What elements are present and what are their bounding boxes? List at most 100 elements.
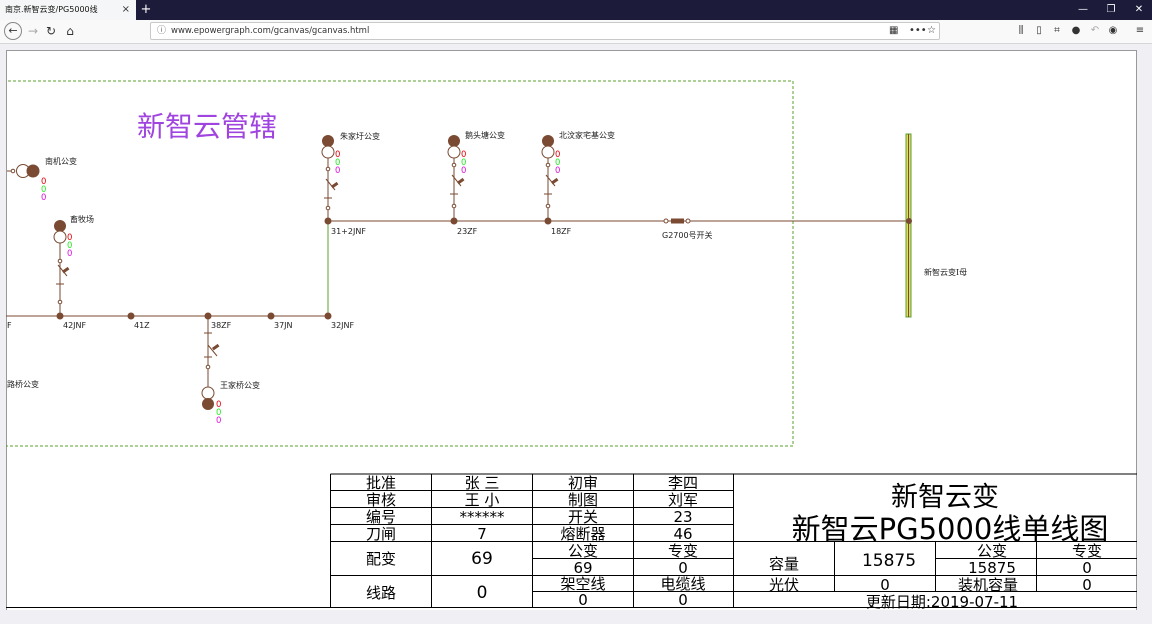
node-label: 42JNF (63, 321, 87, 330)
region-boundary (6, 80, 794, 447)
knife-label: 刀闸 (366, 525, 396, 543)
pv-value: 0 (880, 576, 890, 594)
transformer-load-icon (322, 135, 334, 147)
dist-label: 配变 (366, 550, 396, 568)
node-label: F (7, 321, 12, 330)
capacity-label: 容量 (769, 555, 799, 573)
reload-icon[interactable]: ↻ (42, 22, 60, 40)
page-actions-icon[interactable]: ••• (909, 23, 927, 39)
bookmark-star-icon[interactable]: ☆ (927, 23, 936, 39)
capacity-value: 15875 (862, 551, 916, 571)
menu-icon[interactable]: ≡ (1133, 23, 1147, 39)
chat-icon[interactable]: ● (1069, 23, 1083, 39)
transformer-etoutang[interactable]: 鹅头塘公变 0 0 0 (447, 130, 505, 221)
new-tab-button[interactable]: + (138, 0, 154, 20)
region-title: 新智云管辖 (137, 110, 277, 143)
url-text[interactable]: www.epowergraph.com/gcanvas/gcanvas.html (171, 23, 369, 39)
transformer-wangjiaqiao[interactable]: 王家桥公变 0 0 0 (201, 316, 260, 426)
private-label: 专变 (668, 542, 698, 560)
fuse-label: 熔断器 (560, 525, 605, 543)
first-review-label: 初审 (568, 474, 598, 492)
transformer-load-icon (542, 135, 554, 147)
installed-value: 0 (1082, 576, 1092, 594)
transformer-name: 南机公变 (45, 156, 77, 166)
knife-value: 7 (477, 525, 487, 543)
node-label: 23ZF (457, 227, 478, 236)
node-label: 38ZF (211, 321, 232, 330)
node-label: 37JN (274, 321, 293, 330)
transformer-load-icon (202, 398, 214, 410)
number-label: 编号 (366, 508, 396, 526)
back-arrow-icon[interactable]: ← (4, 22, 22, 40)
canvas-area: 新智云管辖 新智云变I母 F 42JNF 41Z 38ZF 37JN 32JNF… (6, 50, 1137, 610)
drawing-title: 新智云PG5000线单线图 (792, 512, 1109, 546)
transformer-name: 朱家圩公变 (340, 131, 380, 141)
dist-value: 69 (471, 549, 493, 569)
cap-public-label: 公变 (977, 542, 1007, 560)
account-icon[interactable]: ◉ (1106, 23, 1120, 39)
right-margin (1137, 50, 1152, 610)
transformer-load-icon (54, 220, 66, 232)
node-32jnf[interactable] (324, 312, 332, 320)
transformer-name: 鹅头塘公变 (465, 130, 505, 140)
sidebar-icon[interactable]: ▯ (1032, 23, 1046, 39)
transformer-zhujiawei[interactable]: 朱家圩公变 0 0 0 (321, 131, 380, 221)
tab-close-icon[interactable]: × (122, 0, 130, 20)
transformer-winding-icon (53, 230, 67, 244)
cut-off-label: 路桥公变 (7, 379, 39, 389)
screenshot-icon[interactable]: ⌗ (1050, 23, 1064, 39)
transformer-load-icon (448, 135, 460, 147)
approve-value: 张 三 (465, 474, 500, 492)
drawn-label: 制图 (568, 491, 598, 509)
browser-tab[interactable]: 南京.新智云变/PG5000线 × (0, 0, 136, 20)
tab-bar: 南京.新智云变/PG5000线 × + — ❐ ✕ (0, 0, 1152, 20)
drawn-value: 刘军 (668, 491, 698, 509)
transformer-nanji[interactable]: 南机公变 0 0 0 (7, 156, 77, 203)
node-label: G2700号开关 (662, 230, 713, 240)
minimize-button[interactable]: — (1068, 0, 1098, 20)
transformer-xumuchang[interactable]: 畜牧场 0 0 0 (53, 214, 94, 316)
switch-value: 23 (673, 508, 692, 526)
node-37jn[interactable] (267, 312, 275, 320)
transformer-winding-icon (541, 145, 555, 159)
update-date: 更新日期:2019-07-11 (866, 593, 1018, 610)
station-name: 新智云变 (891, 482, 999, 513)
nav-toolbar: ← → ↻ ⌂ ⓘ www.epowergraph.com/gcanvas/gc… (0, 20, 1152, 44)
restore-button[interactable]: ❐ (1096, 0, 1126, 20)
switch-g2700[interactable] (671, 218, 684, 224)
review-value: 王 小 (465, 491, 500, 509)
qr-code-icon[interactable]: ▦ (889, 23, 898, 39)
node-41z[interactable] (127, 312, 135, 320)
number-value: ****** (460, 508, 506, 526)
value-magenta: 0 (216, 416, 221, 426)
pv-label: 光伏 (769, 576, 799, 594)
site-info-icon[interactable]: ⓘ (157, 23, 166, 39)
line-value: 0 (477, 583, 488, 603)
transformer-winding-icon (447, 145, 461, 159)
line-label: 线路 (366, 584, 396, 602)
value-magenta: 0 (67, 249, 72, 259)
node-label: 18ZF (551, 227, 572, 236)
node-label: 41Z (134, 321, 150, 330)
review-label: 审核 (366, 491, 396, 509)
tab-title: 南京.新智云变/PG5000线 (5, 5, 98, 14)
value-magenta: 0 (41, 193, 46, 203)
forward-arrow-icon[interactable]: → (24, 22, 42, 40)
first-review-value: 李四 (668, 474, 698, 492)
library-icon[interactable]: ⫼ (1014, 23, 1028, 39)
fuse-value: 46 (673, 525, 692, 543)
approve-label: 批准 (366, 474, 396, 492)
transformer-beiwenjia[interactable]: 北汶家宅基公变 0 0 0 (541, 130, 615, 221)
url-bar[interactable]: ⓘ www.epowergraph.com/gcanvas/gcanvas.ht… (150, 22, 940, 40)
undo-icon[interactable]: ↶ (1088, 23, 1102, 39)
overhead-value: 0 (578, 591, 588, 609)
home-icon[interactable]: ⌂ (61, 22, 79, 40)
switch-label: 开关 (568, 508, 598, 526)
transformer-name: 王家桥公变 (220, 380, 260, 390)
transformer-winding-icon (201, 386, 215, 400)
transformer-name: 畜牧场 (70, 214, 94, 224)
cable-value: 0 (678, 591, 688, 609)
close-window-button[interactable]: ✕ (1124, 0, 1152, 20)
bottom-margin (0, 610, 1152, 624)
transformer-winding-icon (321, 145, 335, 159)
